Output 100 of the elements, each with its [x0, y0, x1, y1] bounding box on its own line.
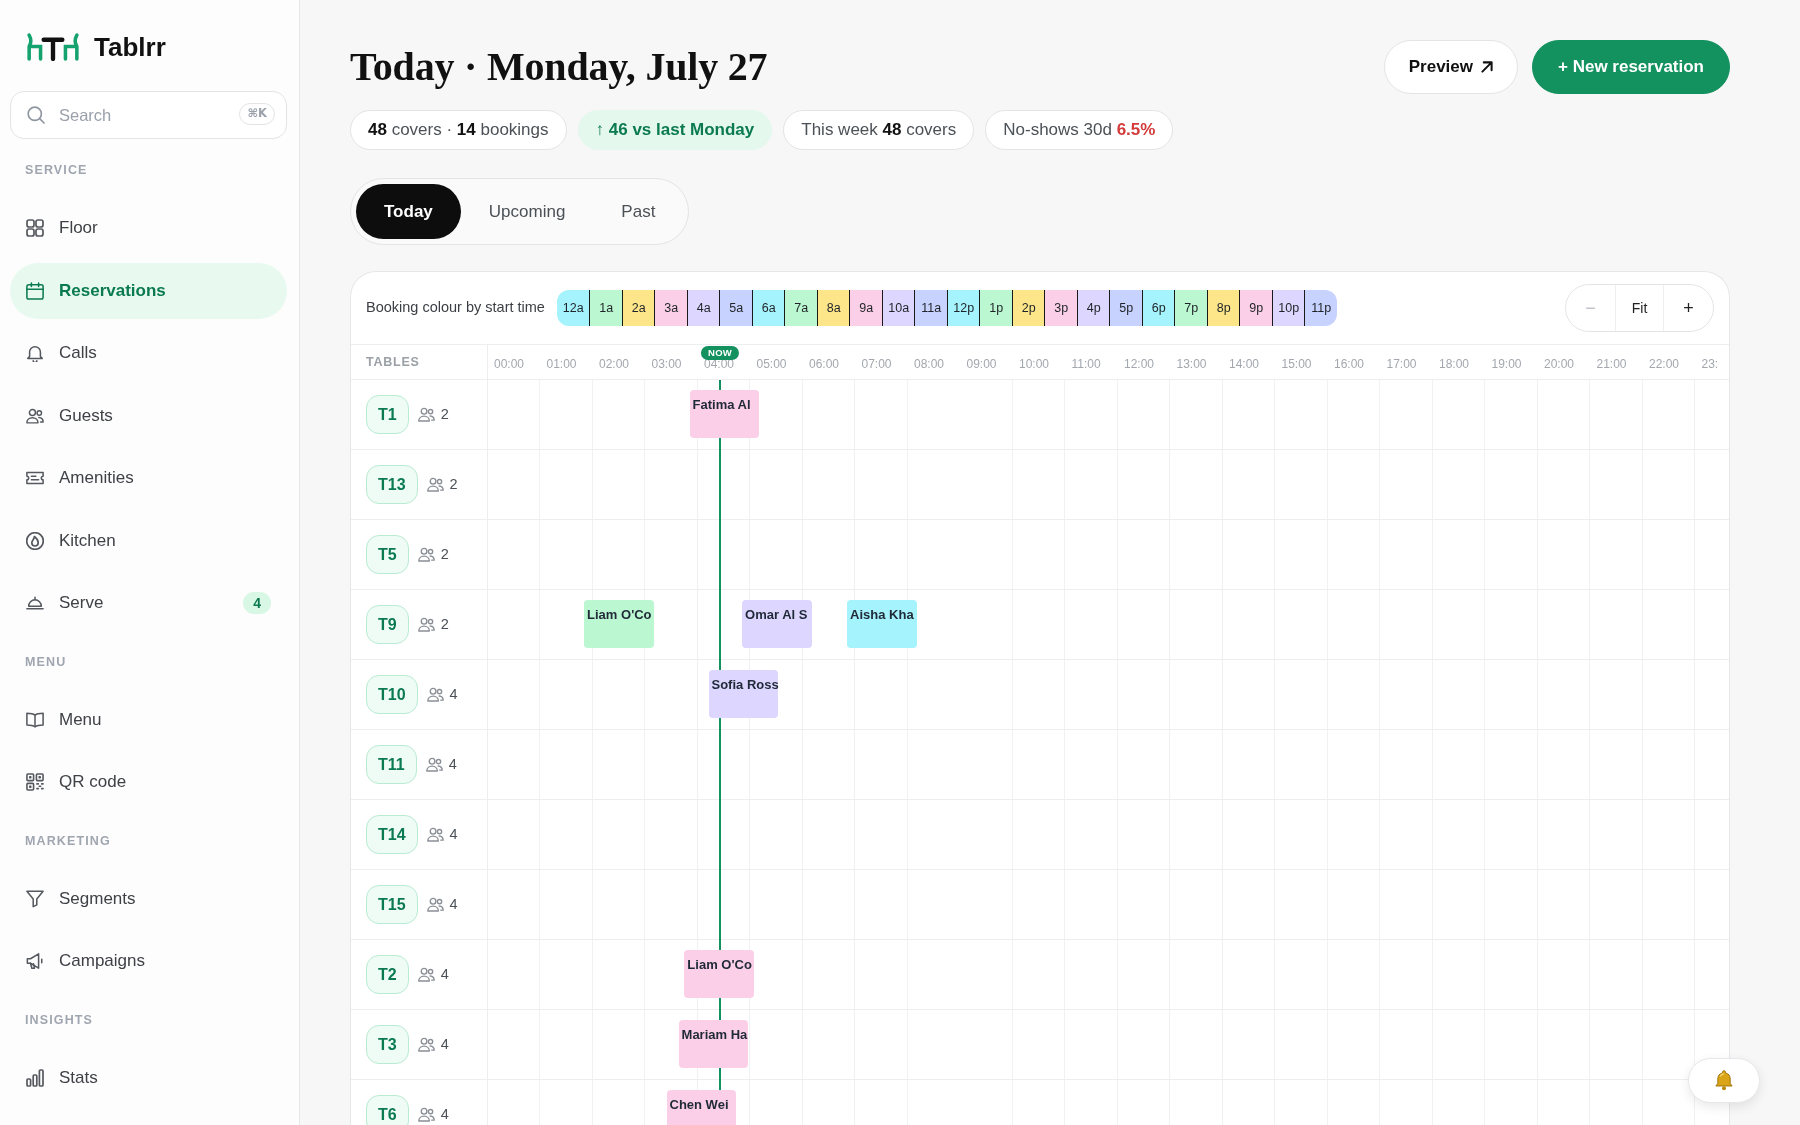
hour-label: 23:	[1700, 358, 1719, 371]
calendar-icon	[26, 281, 44, 300]
nav-item[interactable]: Serve 4	[10, 575, 287, 631]
hour-label: 16:00	[1333, 358, 1366, 371]
grid-icon	[26, 219, 44, 237]
new-reservation-button[interactable]: + New reservation	[1532, 40, 1730, 94]
ticket-icon	[26, 469, 44, 487]
table-chip: T6	[366, 1095, 409, 1125]
hour-label: 20:00	[1543, 358, 1576, 371]
table-and-chairs-icon	[26, 33, 80, 61]
booking-block[interactable]: Omar Al S	[742, 600, 812, 648]
no-shows-chip: No-shows 30d 6.5%	[985, 110, 1174, 150]
table-chip: T10	[366, 675, 418, 714]
megaphone-icon	[26, 952, 44, 970]
people-icon	[417, 616, 435, 633]
booking-block[interactable]: Sofia Ross	[708, 670, 779, 718]
seat-count: 2	[449, 474, 458, 494]
people-icon	[417, 966, 435, 983]
booking-block[interactable]: Mariam Ha	[678, 1020, 749, 1068]
bell-icon	[1714, 1070, 1734, 1091]
legend-swatch: 12a	[556, 290, 590, 326]
nav-item[interactable]: Reservations	[10, 262, 287, 319]
legend-swatch: 7a	[784, 290, 817, 326]
nav-item[interactable]: Kitchen	[10, 512, 287, 569]
bar-chart-icon	[26, 1068, 44, 1087]
table-chip: T3	[366, 1025, 409, 1064]
people-icon	[417, 1036, 435, 1053]
legend-swatch: 4a	[686, 290, 720, 326]
hour-label: 02:00	[598, 358, 631, 371]
nav-item[interactable]: Stats	[10, 1049, 287, 1106]
stat-chip: This week 48 covers	[783, 110, 975, 150]
nav-item[interactable]: Menu	[10, 691, 287, 748]
zoom-in-button[interactable]: +	[1664, 285, 1713, 331]
tab[interactable]: Today	[356, 184, 461, 239]
hour-label: 10:00	[1018, 358, 1051, 371]
section-heading: SERVICE	[24, 162, 88, 179]
nav-item[interactable]: Amenities	[10, 450, 287, 506]
fit-button[interactable]: Fit	[1615, 285, 1664, 331]
table-chip: T11	[366, 745, 417, 784]
legend-swatch: 2a	[621, 290, 655, 326]
booking-block[interactable]: Chen Wei	[666, 1090, 737, 1125]
cloche-icon	[26, 594, 44, 612]
legend-swatch: 3a	[654, 290, 687, 326]
notification-button[interactable]	[1688, 1058, 1760, 1103]
section-heading: INSIGHTS	[24, 1011, 94, 1029]
legend-swatch: 2p	[1011, 290, 1045, 326]
people-icon	[417, 546, 435, 563]
legend-swatch: 12p	[946, 290, 980, 326]
booking-block[interactable]: Fatima Al	[689, 390, 760, 438]
legend-swatch: 3p	[1044, 290, 1077, 326]
legend-swatch: 1a	[589, 290, 622, 326]
people-icon	[426, 686, 444, 703]
hour-label: 12:00	[1123, 358, 1156, 371]
now-badge: NOW	[701, 346, 740, 360]
legend-swatch: 5p	[1109, 290, 1142, 326]
table-chip: T15	[366, 885, 418, 924]
table-chip: T1	[366, 395, 409, 434]
seat-count: 4	[449, 684, 458, 704]
people-icon	[26, 406, 44, 425]
page-title: Today · Monday, July 27	[350, 43, 768, 91]
hour-label: 03:00	[650, 358, 683, 371]
legend-swatch: 10a	[881, 290, 915, 326]
legend-label: Booking colour by start time	[366, 298, 545, 318]
nav-item[interactable]: QR code	[10, 754, 287, 810]
hour-label: 14:00	[1228, 358, 1261, 371]
seat-count: 2	[440, 614, 449, 634]
seat-count: 4	[448, 754, 457, 774]
people-icon	[426, 476, 444, 493]
legend-swatch: 4p	[1076, 290, 1110, 326]
bell-icon	[26, 344, 44, 362]
book-icon	[26, 710, 44, 729]
legend-swatch: 1p	[979, 290, 1012, 326]
booking-block[interactable]: Liam O'Co	[584, 600, 654, 648]
hour-label: 06:00	[808, 358, 841, 371]
qr-code-icon	[26, 773, 44, 791]
nav-item[interactable]: Floor	[10, 200, 287, 256]
legend-swatch: 9p	[1239, 290, 1272, 326]
hour-label: 05:00	[755, 358, 788, 371]
brand-name: Tablrr	[94, 34, 166, 60]
table-chip: T14	[366, 815, 418, 854]
preview-button[interactable]: Preview	[1383, 40, 1518, 94]
seat-count: 4	[440, 1034, 449, 1054]
legend-swatch: 10p	[1271, 290, 1305, 326]
table-chip: T9	[366, 605, 409, 644]
flame-icon	[26, 531, 44, 550]
nav-item[interactable]: Guests	[10, 387, 287, 444]
booking-block[interactable]: Liam O'Co	[684, 950, 755, 998]
count-badge: 4	[243, 591, 271, 615]
nav-item[interactable]: Segments	[10, 870, 287, 927]
legend-swatch: 9a	[849, 290, 882, 326]
hour-label: 07:00	[860, 358, 893, 371]
seat-count: 4	[440, 1104, 449, 1124]
booking-block[interactable]: Aisha Kha	[847, 600, 917, 648]
tab[interactable]: Past	[593, 184, 684, 239]
section-heading: MARKETING	[24, 832, 111, 850]
legend-swatch: 8a	[816, 290, 850, 326]
hour-label: 19:00	[1490, 358, 1523, 371]
nav-item[interactable]: Campaigns	[10, 933, 287, 989]
tab[interactable]: Upcoming	[460, 184, 594, 239]
nav-item[interactable]: Calls	[10, 325, 287, 381]
